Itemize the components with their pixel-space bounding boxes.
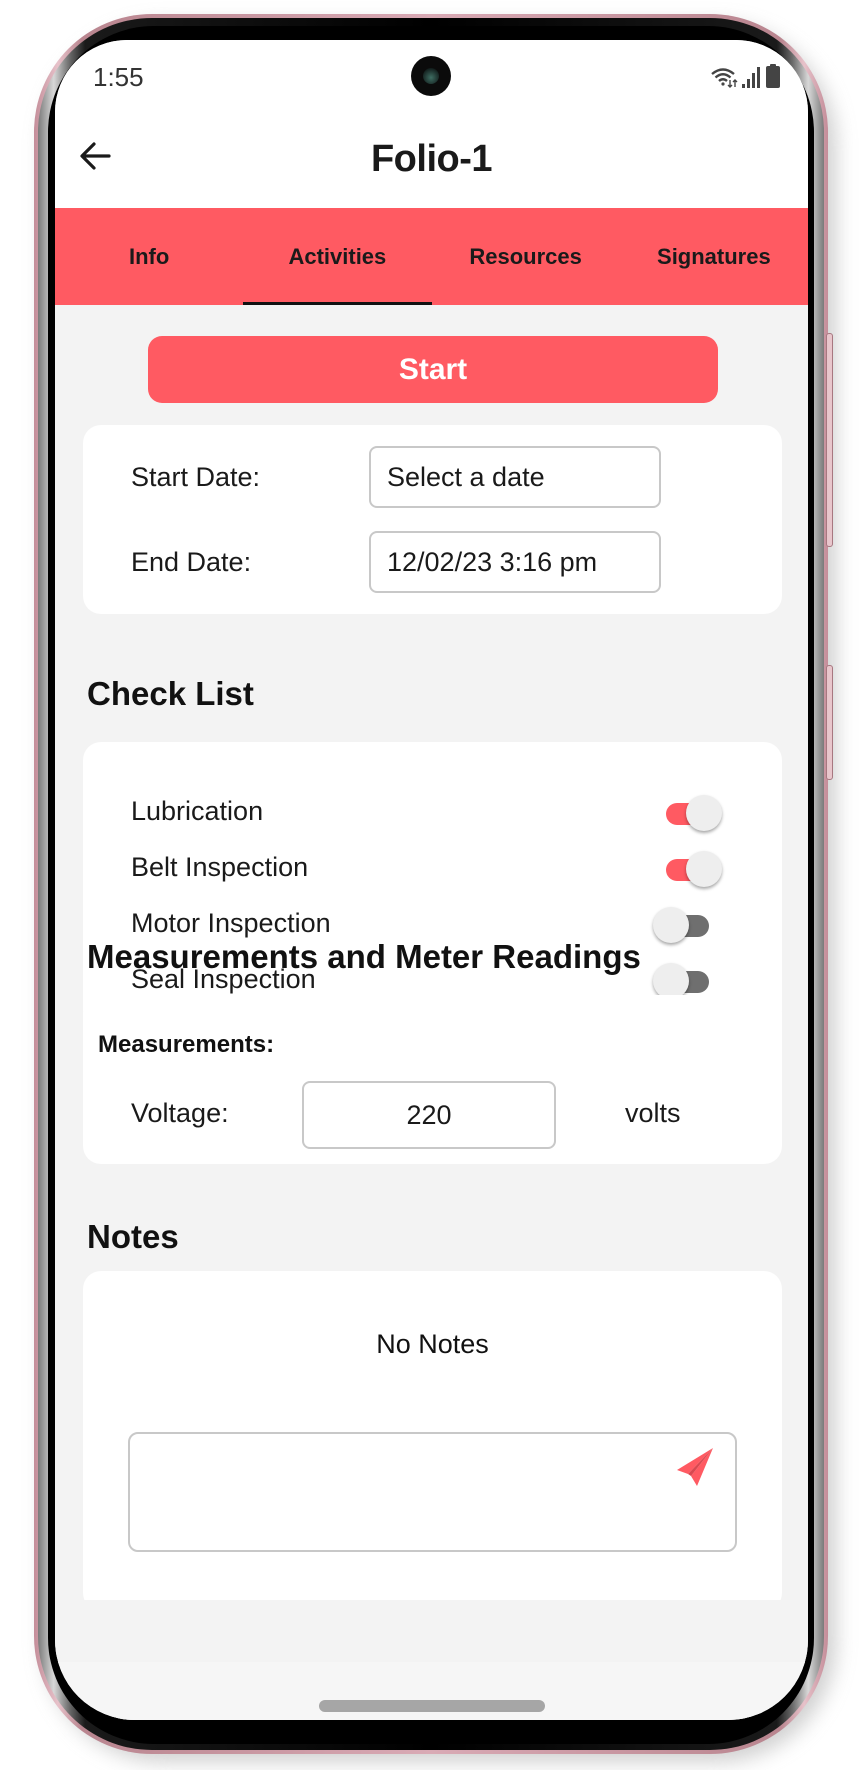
start-date-label: Start Date: xyxy=(131,461,261,492)
checklist-item-label: Belt Inspection xyxy=(131,852,309,882)
tab-resources[interactable]: Resources xyxy=(432,208,620,305)
start-date-row: Start Date: Select a date xyxy=(83,446,782,508)
checklist-heading: Check List xyxy=(87,675,254,712)
no-notes-text: No Notes xyxy=(376,1329,489,1359)
lubrication-toggle[interactable] xyxy=(666,795,722,831)
measurements-card: Measurements: Voltage: 220 volts xyxy=(83,995,782,1164)
phone-screen: 1:55 Folio-1 Info Activities Resources S… xyxy=(55,40,808,1720)
tab-info[interactable]: Info xyxy=(55,208,243,305)
checklist-card: Lubrication Belt Inspection Motor Inspec… xyxy=(83,742,782,1028)
belt-inspection-toggle[interactable] xyxy=(666,851,722,887)
start-button[interactable]: Start xyxy=(148,336,718,403)
measurements-heading: Measurements and Meter Readings xyxy=(87,938,641,975)
toggle-thumb xyxy=(653,907,689,943)
note-input[interactable] xyxy=(128,1432,737,1552)
notes-heading: Notes xyxy=(87,1218,179,1255)
volume-button xyxy=(826,333,833,547)
power-button xyxy=(826,665,833,780)
start-date-input[interactable]: Select a date xyxy=(369,446,661,508)
end-date-label: End Date: xyxy=(131,546,252,577)
toggle-thumb xyxy=(686,795,722,831)
activities-content: Start Start Date: Select a date End Date… xyxy=(55,305,808,1600)
battery-icon xyxy=(766,64,780,88)
home-indicator[interactable] xyxy=(319,1700,545,1712)
motor-inspection-toggle[interactable] xyxy=(653,907,709,943)
tab-bar: Info Activities Resources Signatures xyxy=(55,208,808,305)
measurements-subheading: Measurements: xyxy=(98,1031,275,1058)
tab-signatures[interactable]: Signatures xyxy=(620,208,808,305)
front-camera xyxy=(411,56,451,96)
toggle-thumb xyxy=(686,851,722,887)
signal-icon xyxy=(742,66,762,88)
tab-activities[interactable]: Activities xyxy=(243,208,432,305)
checklist-item: Belt Inspection xyxy=(83,844,782,894)
checklist-item-label: Motor Inspection xyxy=(131,908,331,938)
checklist-item: Lubrication xyxy=(83,788,782,838)
app-header: Folio-1 xyxy=(55,108,808,208)
voltage-unit: volts xyxy=(625,1098,681,1128)
notes-card: No Notes xyxy=(83,1271,782,1600)
end-date-input[interactable]: 12/02/23 3:16 pm xyxy=(369,531,661,593)
send-icon xyxy=(675,1448,715,1490)
status-time: 1:55 xyxy=(93,62,144,92)
status-icons xyxy=(710,64,780,88)
wifi-icon xyxy=(710,66,738,88)
page-title: Folio-1 xyxy=(370,138,493,180)
seal-inspection-toggle[interactable] xyxy=(653,963,709,999)
voltage-input[interactable]: 220 xyxy=(302,1081,556,1149)
end-date-row: End Date: 12/02/23 3:16 pm xyxy=(83,531,782,593)
toggle-thumb xyxy=(653,963,689,999)
send-button[interactable] xyxy=(675,1446,715,1486)
status-bar: 1:55 xyxy=(55,40,808,108)
date-card: Start Date: Select a date End Date: 12/0… xyxy=(83,425,782,614)
voltage-label: Voltage: xyxy=(131,1098,229,1128)
checklist-item-label: Lubrication xyxy=(131,796,264,826)
